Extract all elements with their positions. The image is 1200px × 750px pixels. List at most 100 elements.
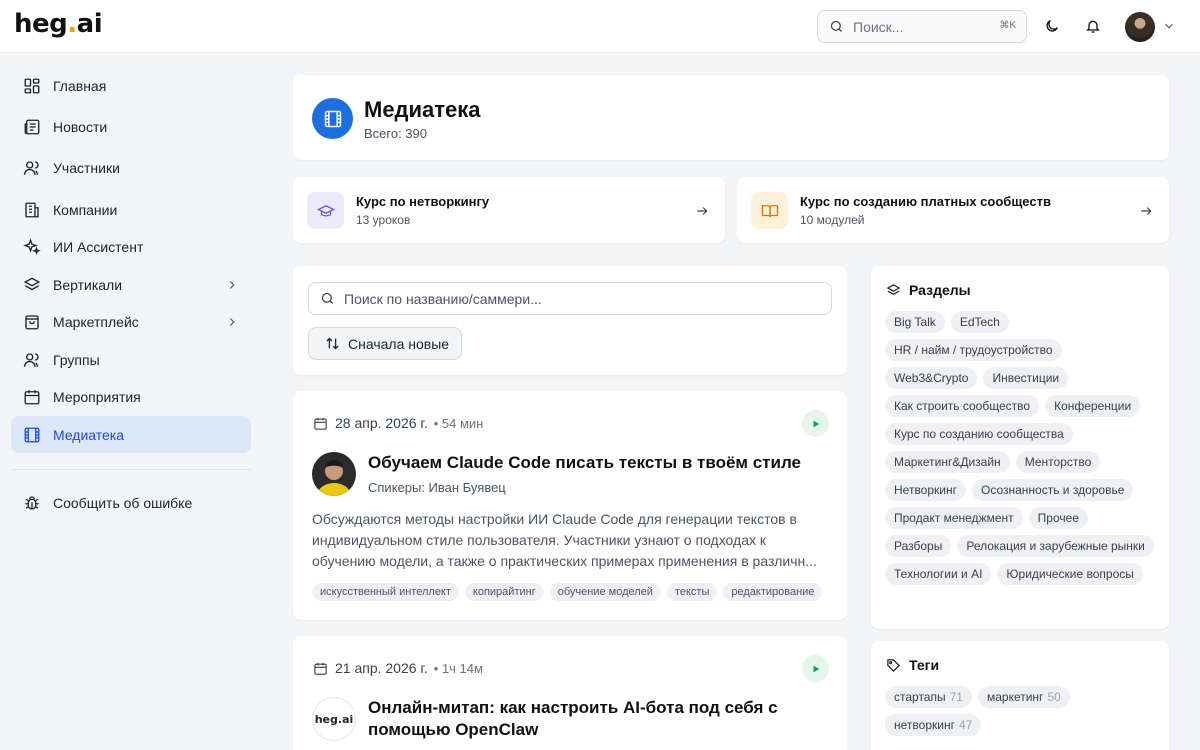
notifications-button[interactable]	[1081, 14, 1105, 38]
sidebar-item-ai-assistant[interactable]: ИИ Ассистент	[11, 228, 251, 265]
page-title: Медиатека	[364, 97, 481, 122]
sidebar-item-label: Медиатека	[53, 426, 125, 443]
section-chip[interactable]: Релокация и зарубежные рынки	[957, 535, 1154, 557]
section-chip[interactable]: Продакт менеджмент	[885, 507, 1023, 529]
media-search-input[interactable]: Поиск по названию/саммери...	[308, 282, 832, 315]
sort-label: Сначала новые	[348, 335, 450, 352]
section-chip[interactable]: Как строить сообщество	[885, 395, 1040, 417]
media-total-count: Всего: 390	[364, 126, 428, 141]
course-card-paid-communities[interactable]: Курс по созданию платных сообществ 10 мо…	[737, 177, 1169, 243]
sections-panel: Разделы Big Talk EdTech HR / найм / труд…	[871, 266, 1169, 629]
post-tag[interactable]: тексты	[666, 583, 718, 601]
course-card-networking[interactable]: Курс по нетворкингу 13 уроков	[293, 177, 725, 243]
users-icon	[23, 160, 39, 175]
course-title: Курс по созданию платных сообществ	[800, 194, 1051, 209]
section-chip[interactable]: Маркетинг&Дизайн	[885, 451, 1010, 473]
grid-icon	[24, 78, 40, 93]
post-duration: • 54 мин	[433, 415, 484, 431]
newspaper-icon	[24, 119, 40, 134]
top-header: heg.ai Поиск... ⌘K	[0, 0, 1200, 53]
course-icon-badge	[751, 192, 788, 229]
section-chip[interactable]: Разборы	[885, 535, 952, 557]
sidebar-divider	[11, 469, 251, 470]
section-chip[interactable]: EdTech	[950, 311, 1009, 333]
sidebar-item-label: Новости	[53, 118, 108, 135]
tag-chip[interactable]: нетворкинг 47	[885, 714, 982, 736]
section-chip[interactable]: Курс по созданию сообщества	[885, 423, 1073, 445]
section-chip[interactable]: Менторство	[1015, 451, 1101, 473]
section-chip[interactable]: Web3&Crypto	[885, 367, 978, 389]
sidebar-item-news[interactable]: Новости	[11, 108, 251, 145]
sidebar-item-members[interactable]: Участники	[11, 149, 251, 186]
post-speakers: Спикеры: Иван Буявец	[368, 480, 506, 495]
post-tag[interactable]: копирайтинг	[464, 583, 544, 601]
section-chip[interactable]: HR / найм / трудоустройство	[885, 339, 1062, 361]
calendar-icon	[314, 662, 327, 675]
logo[interactable]: heg.ai	[14, 9, 103, 39]
sidebar-item-home[interactable]: Главная	[11, 67, 251, 104]
calendar-icon	[314, 417, 327, 430]
post-meta: 21 апр. 2026 г. • 1ч 14м	[313, 660, 483, 676]
chevron-down-icon[interactable]	[1162, 19, 1176, 33]
section-chip[interactable]: Конференции	[1045, 395, 1141, 417]
media-icon-badge	[312, 98, 353, 139]
tag-chip[interactable]: маркетинг 50	[977, 686, 1070, 708]
sections-list: Big Talk EdTech HR / найм / трудоустройс…	[885, 311, 1157, 585]
play-icon	[813, 420, 819, 427]
sidebar-item-companies[interactable]: Компании	[11, 191, 251, 228]
section-chip[interactable]: Нетворкинг	[885, 479, 966, 501]
bell-icon	[1086, 20, 1100, 33]
tags-panel: Теги стартапы 71 маркетинг 50 нетворкинг 47	[871, 641, 1169, 750]
sidebar-item-verticals[interactable]: Вертикали	[11, 266, 251, 303]
chevron-right-icon	[229, 280, 235, 289]
play-icon	[813, 665, 819, 672]
sidebar-item-label: Маркетплейс	[53, 313, 139, 330]
sidebar: Главная Новости Участники Компании ИИ Ас…	[0, 53, 262, 750]
post-title[interactable]: Обучаем Claude Code писать тексты в твоё…	[368, 452, 828, 474]
tags-heading: Теги	[886, 657, 939, 673]
section-chip[interactable]: Технологии и AI	[885, 563, 992, 585]
film-icon	[324, 110, 341, 127]
post-tag[interactable]: искусственный интеллект	[312, 583, 459, 601]
tags-list: стартапы 71 маркетинг 50 нетворкинг 47	[885, 686, 1157, 736]
section-chip[interactable]: Юридические вопросы	[997, 563, 1143, 585]
report-bug-label: Сообщить об ошибке	[53, 494, 193, 511]
post-tag[interactable]: обучение моделей	[549, 583, 661, 601]
post-title[interactable]: Онлайн-митап: как настроить AI-бота под …	[368, 697, 828, 741]
calendar-icon	[24, 389, 40, 404]
sections-heading: Разделы	[886, 282, 971, 298]
speaker-avatar: heg.ai	[312, 697, 356, 741]
sidebar-item-label: ИИ Ассистент	[53, 238, 144, 255]
sidebar-item-media[interactable]: Медиатека	[11, 416, 251, 453]
layers-icon	[23, 276, 41, 290]
arrow-right-icon	[697, 207, 708, 215]
search-placeholder: Поиск...	[853, 18, 904, 35]
tag-chip[interactable]: стартапы 71	[885, 686, 972, 708]
sidebar-item-marketplace[interactable]: Маркетплейс	[11, 303, 251, 340]
filter-card: Поиск по названию/саммери... Сначала нов…	[293, 266, 847, 375]
course-module-count: 10 модулей	[800, 213, 865, 227]
global-search-input[interactable]: Поиск... ⌘K	[817, 10, 1027, 43]
arrow-right-icon	[1141, 207, 1152, 215]
section-chip[interactable]: Big Talk	[885, 311, 945, 333]
section-chip[interactable]: Осознанность и здоровье	[971, 479, 1134, 501]
section-chip[interactable]: Инвестиции	[983, 367, 1069, 389]
post-tag[interactable]: редактирование	[723, 583, 823, 601]
media-header-card: Медиатека Всего: 390	[293, 75, 1169, 160]
post-meta: 28 апр. 2026 г. • 54 мин	[313, 415, 483, 431]
play-button[interactable]	[802, 655, 829, 682]
post-tags: искусственный интеллект копирайтинг обуч…	[312, 583, 823, 601]
moon-icon	[1046, 20, 1058, 32]
media-post-card[interactable]: 28 апр. 2026 г. • 54 мин Обучаем Claude …	[293, 391, 847, 620]
theme-toggle-button[interactable]	[1040, 14, 1064, 38]
media-post-card[interactable]: 21 апр. 2026 г. • 1ч 14м heg.ai Онлайн-м…	[293, 636, 847, 750]
user-avatar[interactable]	[1125, 12, 1155, 42]
media-search-placeholder: Поиск по названию/саммери...	[344, 290, 542, 307]
sidebar-item-groups[interactable]: Группы	[11, 341, 251, 378]
play-button[interactable]	[802, 410, 829, 437]
post-date: 28 апр. 2026 г.	[335, 415, 428, 431]
sort-button[interactable]: Сначала новые	[308, 327, 462, 360]
sidebar-item-events[interactable]: Мероприятия	[11, 378, 251, 415]
report-bug-button[interactable]: Сообщить об ошибке	[11, 484, 251, 521]
section-chip[interactable]: Прочее	[1028, 507, 1088, 529]
